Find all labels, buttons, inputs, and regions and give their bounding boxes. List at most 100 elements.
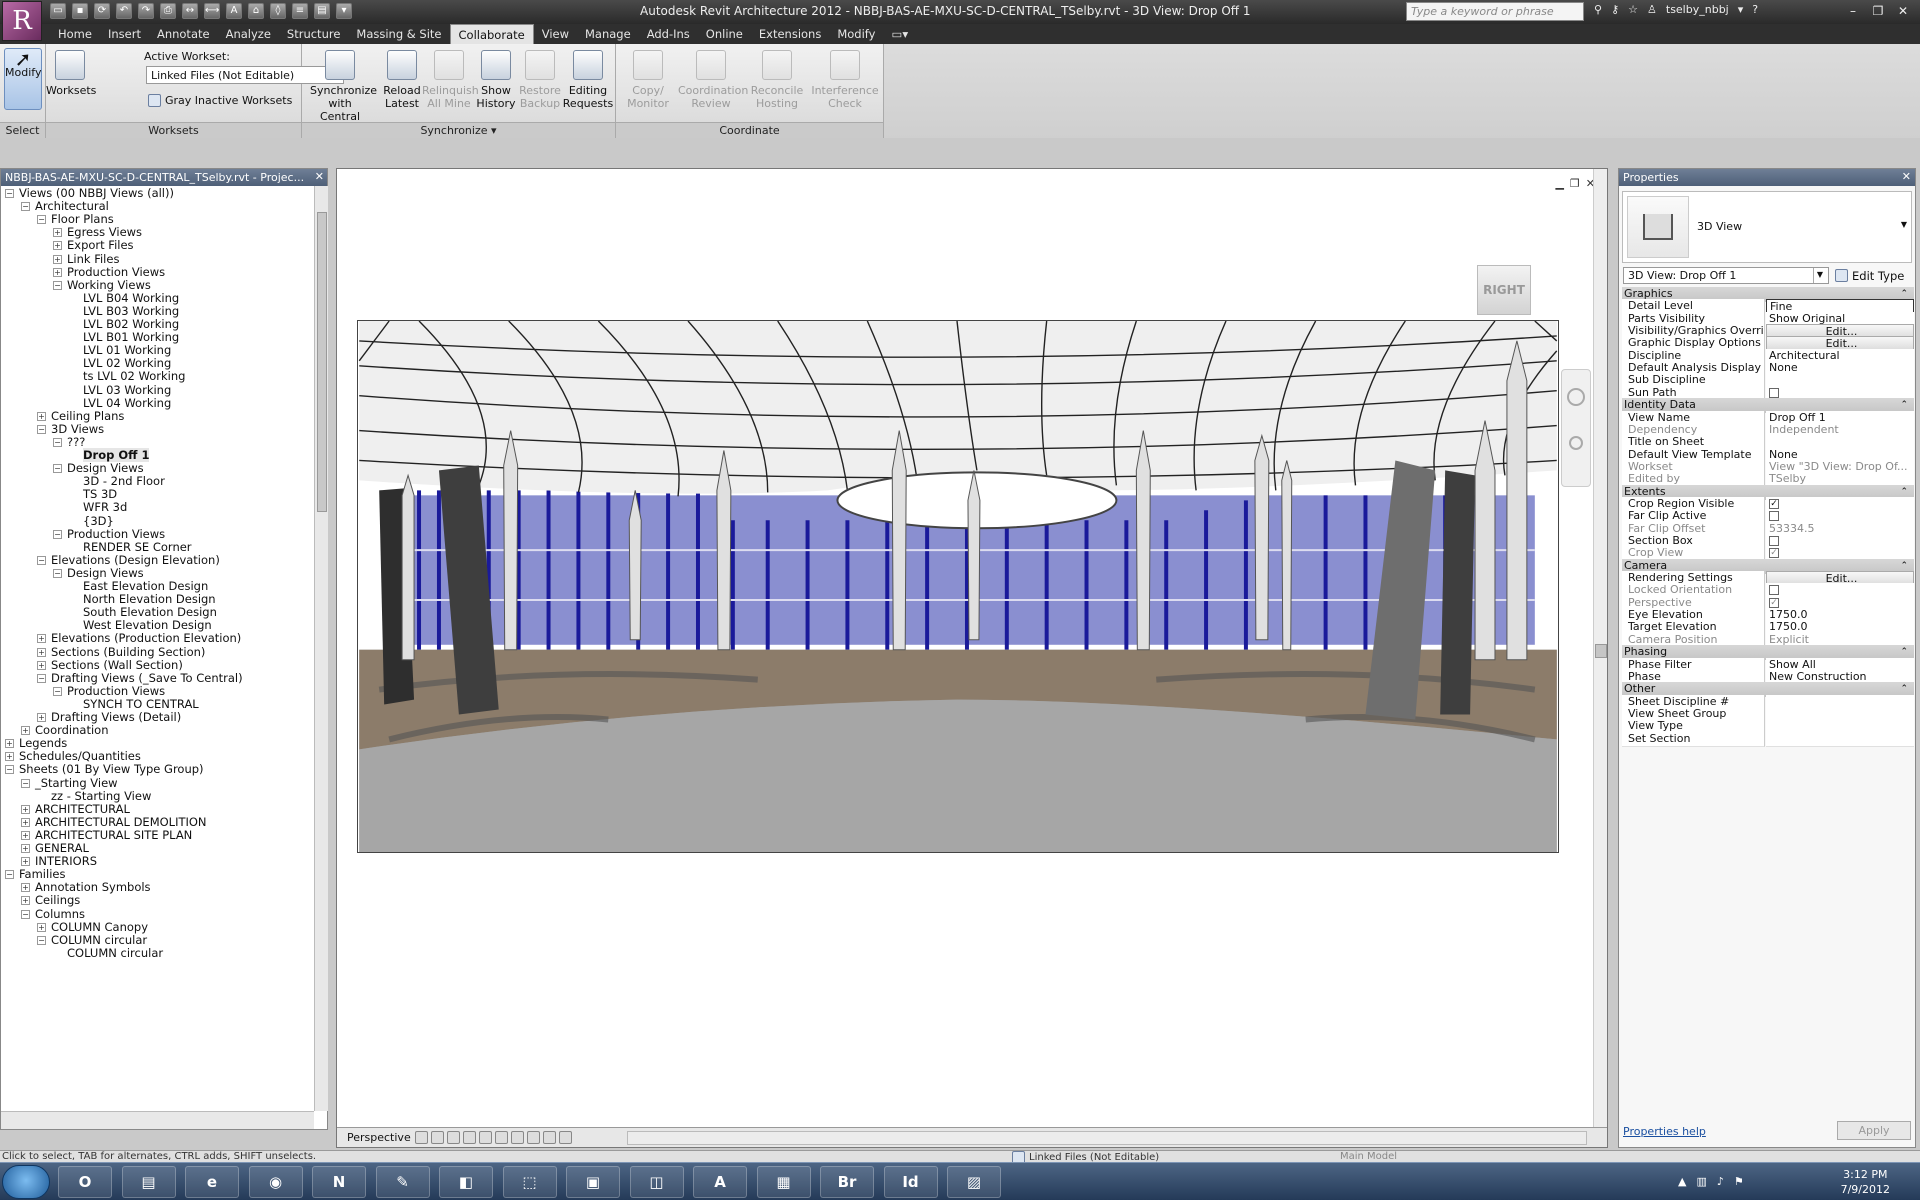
tab-analyze[interactable]: Analyze [218, 24, 279, 44]
bridge-icon[interactable]: Br [820, 1166, 874, 1198]
sun-path-icon[interactable] [447, 1131, 460, 1144]
close-hidden-windows-icon[interactable]: ▤ [314, 3, 330, 19]
collapse-icon[interactable]: − [37, 673, 46, 683]
thin-lines-icon[interactable]: ≡ [292, 3, 308, 19]
view-vertical-scrollbar[interactable] [1593, 169, 1607, 1127]
collapse-icon[interactable]: − [5, 765, 14, 775]
apply-button[interactable]: Apply [1837, 1121, 1911, 1140]
section-icon[interactable]: ◊ [270, 3, 286, 19]
collapse-icon[interactable]: − [5, 870, 14, 880]
tab-view[interactable]: View [534, 24, 577, 44]
interference-check-button[interactable]: Interference Check [810, 48, 880, 118]
expand-icon[interactable]: + [5, 752, 14, 762]
show-crop-region-icon[interactable] [511, 1131, 524, 1144]
synchronize-panel-title[interactable]: Synchronize ▾ [302, 122, 615, 138]
restore-icon[interactable]: ❐ [1570, 177, 1580, 190]
redo-icon[interactable]: ↷ [138, 3, 154, 19]
gray-inactive-worksets-button[interactable]: Gray Inactive Worksets [148, 94, 292, 107]
view-horizontal-scrollbar[interactable] [627, 1131, 1587, 1145]
collapse-icon[interactable]: − [37, 215, 46, 225]
start-button[interactable] [2, 1165, 50, 1199]
chrome-icon[interactable]: ◉ [248, 1166, 303, 1198]
scrollbar-thumb[interactable] [317, 212, 327, 512]
reconcile-hosting-button[interactable]: Reconcile Hosting [746, 48, 808, 118]
expand-icon[interactable]: + [53, 228, 62, 238]
close-button[interactable]: ✕ [1892, 2, 1914, 20]
collapse-icon[interactable]: − [53, 280, 62, 290]
expand-icon[interactable]: + [37, 713, 46, 722]
minimize-icon[interactable]: ▁ [1555, 177, 1563, 190]
tab-structure[interactable]: Structure [279, 24, 349, 44]
viewcube[interactable]: RIGHT [1477, 265, 1531, 315]
binoculars-icon[interactable]: ⚲ [1594, 3, 1602, 16]
synchronize-with-central-button[interactable]: Synchronize with Central [310, 48, 377, 123]
checkbox[interactable] [1769, 536, 1779, 546]
reveal-hidden-icon[interactable] [559, 1131, 572, 1144]
collapse-icon[interactable]: − [53, 464, 62, 474]
help-icon[interactable]: ? [1752, 3, 1758, 16]
collapse-icon[interactable]: − [37, 424, 46, 434]
collapse-icon[interactable]: − [21, 202, 30, 212]
properties-help-link[interactable]: Properties help [1623, 1125, 1706, 1138]
property-value[interactable] [1766, 731, 1914, 747]
restore-backup-button[interactable]: Restore Backup [516, 48, 564, 118]
scrollbar-thumb[interactable] [1595, 644, 1607, 658]
checkbox[interactable]: ✓ [1769, 498, 1779, 509]
explorer-icon[interactable]: ▤ [121, 1166, 176, 1198]
rendering-icon[interactable] [479, 1131, 492, 1144]
app-icon-2[interactable]: ◧ [439, 1166, 493, 1198]
app-icon-4[interactable]: ▣ [566, 1166, 620, 1198]
ie-icon[interactable]: e [185, 1166, 239, 1198]
app-icon-7[interactable]: ▨ [947, 1166, 1001, 1198]
project-browser-horizontal-scrollbar[interactable] [1, 1111, 314, 1129]
expand-icon[interactable]: + [37, 647, 46, 657]
detail-level-icon[interactable] [415, 1131, 428, 1144]
tab-insert[interactable]: Insert [100, 24, 149, 44]
visual-style-icon[interactable] [431, 1131, 444, 1144]
expand-icon[interactable]: + [37, 660, 46, 670]
show-history-button[interactable]: Show History [474, 48, 518, 118]
expand-icon[interactable]: + [21, 804, 30, 814]
tree-item[interactable]: COLUMN circular [53, 946, 163, 962]
collapse-icon[interactable]: − [5, 189, 14, 198]
outlook-icon[interactable]: O [58, 1166, 112, 1198]
tab-extensions[interactable]: Extensions [751, 24, 829, 44]
measure-icon[interactable]: ↔ [182, 3, 198, 19]
copy-monitor-button[interactable]: Copy/ Monitor [620, 48, 676, 118]
tab-collaborate[interactable]: Collaborate [449, 24, 534, 44]
instance-selector[interactable]: 3D View: Drop Off 1 ▼ [1623, 267, 1829, 284]
collapse-icon[interactable]: − [53, 568, 62, 578]
project-browser-scrollbar[interactable] [314, 186, 328, 1111]
expand-icon[interactable]: + [53, 241, 62, 251]
expand-icon[interactable]: + [21, 830, 30, 840]
design-option-model[interactable]: Main Model [1340, 1151, 1397, 1162]
tab-modify[interactable]: Modify [829, 24, 883, 44]
flag-icon[interactable]: ⚑ [1734, 1175, 1744, 1188]
expand-icon[interactable]: + [53, 254, 62, 264]
zoom-icon[interactable] [1569, 436, 1583, 450]
print-icon[interactable]: ⎙ [160, 3, 176, 19]
dimension-icon[interactable]: ⟷ [204, 3, 220, 19]
tab-annotate[interactable]: Annotate [149, 24, 218, 44]
restore-button[interactable]: ❐ [1867, 2, 1889, 20]
tab-massing-site[interactable]: Massing & Site [348, 24, 449, 44]
collapse-icon[interactable]: − [53, 529, 62, 539]
reload-latest-button[interactable]: Reload Latest [380, 48, 424, 118]
favorites-star-icon[interactable]: ☆ [1628, 3, 1638, 16]
coordination-review-button[interactable]: Coordination Review [678, 48, 748, 118]
indesign-icon[interactable]: Id [883, 1166, 938, 1198]
shadows-icon[interactable] [463, 1131, 476, 1144]
tab-home[interactable]: Home [50, 24, 100, 44]
temporary-hide-icon[interactable] [543, 1131, 556, 1144]
chevron-down-icon[interactable]: ▾ [1738, 3, 1744, 16]
steering-wheel-icon[interactable] [1567, 388, 1585, 406]
open-icon[interactable]: ▭ [50, 3, 66, 19]
expand-icon[interactable]: + [21, 817, 30, 827]
crop-view-icon[interactable] [495, 1131, 508, 1144]
app-icon-6[interactable]: ▦ [756, 1166, 811, 1198]
ribbon-minimize-icon[interactable]: ▭▾ [883, 24, 916, 44]
undo-icon[interactable]: ↶ [116, 3, 132, 19]
expand-icon[interactable]: + [21, 844, 30, 853]
clock[interactable]: 3:12 PM 7/9/2012 [1841, 1167, 1890, 1197]
expand-icon[interactable]: + [21, 883, 30, 893]
